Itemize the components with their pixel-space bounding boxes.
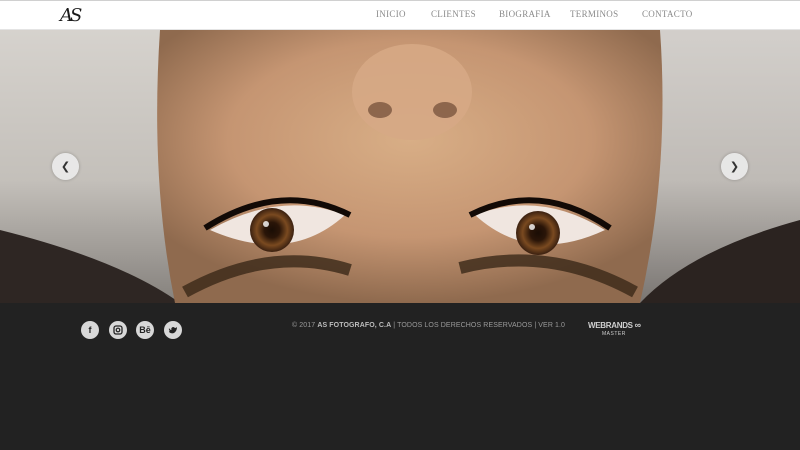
copyright-text: © 2017 AS FOTOGRAFO, C.A | TODOS LOS DER… (292, 322, 565, 329)
site-footer: f Bē © 2017 AS FOTOGRAFO, C.A | TODOS LO… (0, 303, 800, 450)
nav-contacto[interactable]: CONTACTO (642, 9, 693, 19)
credit-sub: MASTER (602, 331, 626, 337)
copyright-suffix: | TODOS LOS DERECHOS RESERVADOS | VER 1.… (391, 322, 566, 329)
hero-photo (0, 30, 800, 303)
copyright-brand[interactable]: AS FOTOGRAFO, C.A (317, 322, 391, 329)
credit-brand: WEBRANDS (588, 321, 633, 330)
facebook-icon[interactable]: f (81, 321, 99, 339)
webrands-credit[interactable]: WEBRANDS ∞ MASTER (588, 321, 641, 338)
slider-prev-button[interactable]: ❮ (52, 153, 79, 180)
credit-mark-icon: ∞ (634, 320, 641, 330)
hero-slider: ❮ ❯ (0, 30, 800, 303)
behance-icon[interactable]: Bē (136, 321, 154, 339)
nav-biografia[interactable]: BIOGRAFIA (499, 9, 551, 19)
chevron-left-icon: ❮ (60, 160, 71, 173)
chevron-right-icon: ❯ (729, 160, 740, 173)
instagram-icon[interactable] (109, 321, 127, 339)
site-header: AS INICIO CLIENTES BIOGRAFIA TERMINOS CO… (0, 0, 800, 30)
nav-inicio[interactable]: INICIO (376, 9, 406, 19)
nav-terminos[interactable]: TERMINOS (570, 9, 618, 19)
slider-next-button[interactable]: ❯ (721, 153, 748, 180)
twitter-icon[interactable] (164, 321, 182, 339)
site-logo[interactable]: AS (60, 4, 84, 28)
nav-clientes[interactable]: CLIENTES (431, 9, 476, 19)
copyright-prefix: © 2017 (292, 322, 318, 329)
